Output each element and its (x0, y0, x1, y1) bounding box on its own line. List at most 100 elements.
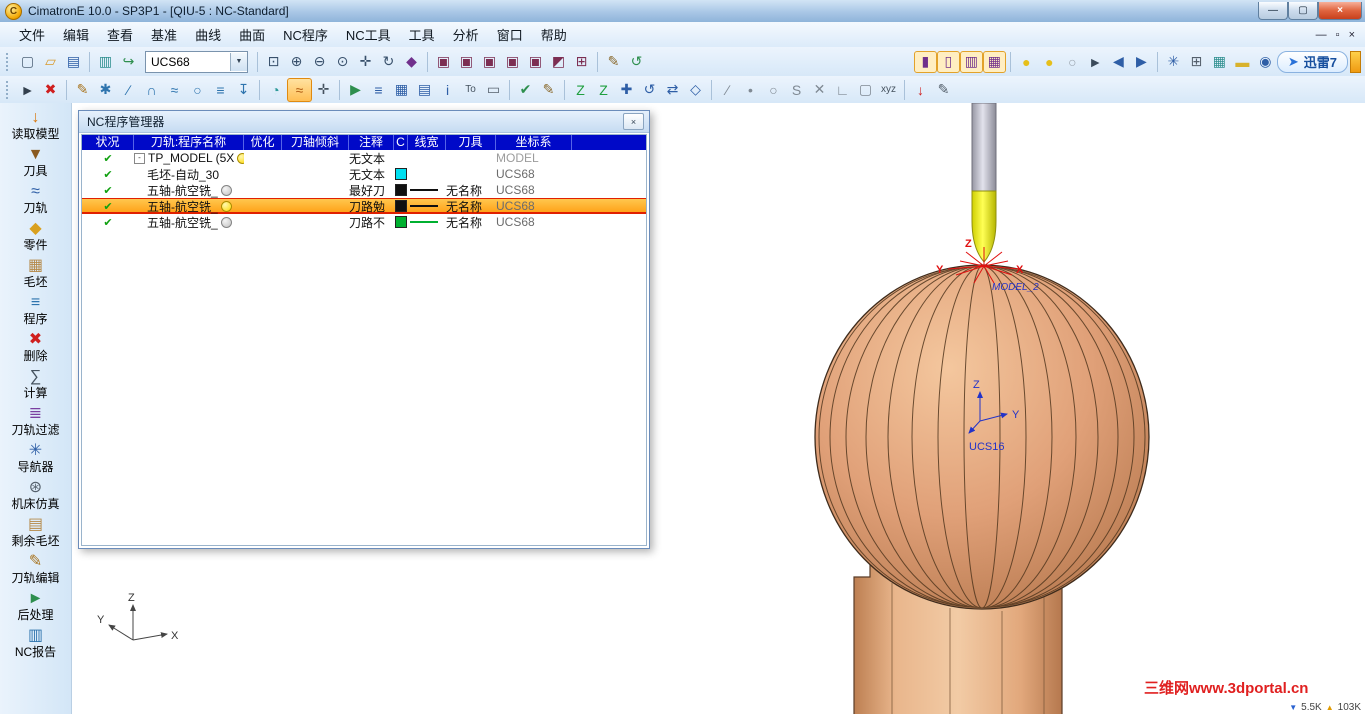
panel-close-button[interactable]: × (623, 113, 644, 130)
chevron-down-icon[interactable]: ▼ (230, 52, 247, 71)
redraw-icon[interactable]: ✎ (602, 51, 625, 73)
calculator-icon[interactable]: ⊞ (1185, 51, 1208, 73)
ucs-swap-icon[interactable]: ↪ (117, 51, 140, 73)
shaded-mode-icon[interactable]: ▮ (913, 50, 937, 73)
table-row[interactable]: ✔ 五轴-航空铣_ 最好刀 无名称 UCS68 (82, 182, 646, 198)
close-button[interactable]: × (1318, 2, 1362, 20)
navigator-star-icon[interactable]: ✳ (1162, 51, 1185, 73)
mdi-close-button[interactable]: × (1349, 29, 1355, 41)
column-header-4[interactable]: 注释 (349, 135, 394, 150)
open-folder-icon[interactable]: ▱ (39, 51, 62, 73)
rotate-copy-icon[interactable]: ↺ (638, 79, 661, 101)
menu-item-8[interactable]: 工具 (400, 22, 444, 47)
table-row[interactable]: ✔ 五轴-航空铣_ 刀路不 无名称 UCS68 (82, 214, 646, 230)
z-bottom-icon[interactable]: Z (592, 79, 615, 101)
view-back-icon[interactable]: ▣ (524, 51, 547, 73)
sidebar-item-calculate[interactable]: ∑ 计算 (1, 366, 71, 403)
simulator-icon[interactable]: ▶ (344, 79, 367, 101)
transparency-mode-icon[interactable]: ▦ (982, 50, 1006, 73)
sidebar-item-stock[interactable]: ▦ 毛坯 (1, 255, 71, 292)
new-file-icon[interactable]: ▢ (16, 51, 39, 73)
active-curve-icon[interactable]: ≈ (287, 77, 312, 102)
column-header-2[interactable]: 优化 (244, 135, 282, 150)
mdi-minimize-button[interactable]: — (1316, 29, 1327, 41)
move-icon[interactable]: ✚ (615, 79, 638, 101)
z-top-icon[interactable]: Z (569, 79, 592, 101)
table-row[interactable]: ✔ 五轴-航空铣_ 刀路勉 无名称 UCS68 (82, 198, 646, 214)
menu-item-9[interactable]: 分析 (444, 22, 488, 47)
project-curve-icon[interactable]: ↧ (232, 79, 255, 101)
zoom-in-icon[interactable]: ⊕ (285, 51, 308, 73)
pan-icon[interactable]: ✛ (354, 51, 377, 73)
curve-ref-icon[interactable]: S (785, 79, 808, 101)
scale-icon[interactable]: ◇ (684, 79, 707, 101)
title-bar[interactable]: C CimatronE 10.0 - SP3P1 - [QIU-5 : NC-S… (0, 0, 1365, 23)
saved-views-icon[interactable]: ⊞ (570, 51, 593, 73)
undo-view-icon[interactable]: ◀ (1107, 51, 1130, 73)
view-front-icon[interactable]: ▣ (455, 51, 478, 73)
column-header-6[interactable]: 线宽 (408, 135, 446, 150)
edge-icon[interactable]: ∕ (716, 79, 739, 101)
print-icon[interactable]: ▭ (482, 79, 505, 101)
mirror-icon[interactable]: ⇄ (661, 79, 684, 101)
toolbar-grip[interactable] (6, 52, 11, 71)
arc-icon[interactable]: ∩ (140, 79, 163, 101)
view-top-icon[interactable]: ▣ (478, 51, 501, 73)
note-icon[interactable]: ▬ (1231, 51, 1254, 73)
sidebar-item-read-model[interactable]: ↓ 读取模型 (1, 107, 71, 144)
point-icon[interactable]: ✱ (94, 79, 117, 101)
orbit-icon[interactable]: ◆ (400, 51, 423, 73)
zoom-out-icon[interactable]: ⊖ (308, 51, 331, 73)
grid-icon[interactable]: ▦ (1208, 51, 1231, 73)
wireframe-mode-icon[interactable]: ▯ (936, 50, 960, 73)
screen-layout-icon[interactable]: ▥ (94, 51, 117, 73)
circle-ref-icon[interactable]: ○ (762, 79, 785, 101)
operation-name-cell[interactable]: 五轴-航空铣_ (134, 214, 244, 231)
delete-pick-icon[interactable]: ✖ (39, 79, 62, 101)
view-bottom-icon[interactable]: ◩ (547, 51, 570, 73)
hidden-line-mode-icon[interactable]: ▥ (959, 50, 983, 73)
color-swatch[interactable] (395, 200, 407, 212)
preview-eye-icon[interactable]: ◉ (1254, 51, 1277, 73)
operation-name-cell[interactable]: - TP_MODEL (5X (134, 151, 244, 165)
intersect-icon[interactable]: ✕ (808, 79, 831, 101)
operation-name-cell[interactable]: 毛坯-自动_30 (134, 166, 244, 183)
sketcher-icon[interactable]: ✎ (71, 79, 94, 101)
vertex-icon[interactable]: • (739, 79, 762, 101)
spline-icon[interactable]: ≈ (163, 79, 186, 101)
light-bulb-off-icon[interactable]: ○ (1061, 51, 1084, 73)
ops-table-icon[interactable]: ▦ (390, 79, 413, 101)
line-icon[interactable]: ∕ (117, 79, 140, 101)
sidebar-item-toolpath[interactable]: ≈ 刀轨 (1, 181, 71, 218)
circle-icon[interactable]: ○ (186, 79, 209, 101)
verify-icon[interactable]: ✔ (514, 79, 537, 101)
column-header-5[interactable]: C (394, 135, 408, 150)
light-bulb-on-icon[interactable]: ● (1015, 51, 1038, 73)
table-row[interactable]: ✔ 毛坯-自动_30 无文本 UCS68 (82, 166, 646, 182)
collapse-expander[interactable]: - (134, 152, 145, 164)
color-swatch[interactable] (395, 184, 407, 196)
bulb-gray-icon[interactable] (220, 184, 232, 196)
menu-item-0[interactable]: 文件 (10, 22, 54, 47)
menu-item-1[interactable]: 编辑 (54, 22, 98, 47)
menu-item-4[interactable]: 曲线 (186, 22, 230, 47)
ucs-selector[interactable]: UCS68 ▼ (145, 50, 248, 73)
sidebar-item-cutter[interactable]: ▼ 刀具 (1, 144, 71, 181)
redo-view-icon[interactable]: ▶ (1130, 51, 1153, 73)
xyz-icon[interactable]: xyz (877, 79, 900, 101)
sidebar-item-delete[interactable]: ✖ 删除 (1, 329, 71, 366)
zoom-all-icon[interactable]: ⊙ (331, 51, 354, 73)
sidebar-item-toolpath-edit[interactable]: ✎ 刀轨编辑 (1, 551, 71, 588)
column-header-8[interactable]: 坐标系 (496, 135, 572, 150)
bulb-yellow-icon[interactable] (220, 200, 232, 212)
operation-name-cell[interactable]: 五轴-航空铣_ (134, 182, 244, 199)
surface-icon[interactable]: ◔ (264, 79, 287, 101)
measure-icon[interactable]: ✛ (312, 79, 335, 101)
sidebar-item-rest-stock[interactable]: ▤ 剩余毛坯 (1, 514, 71, 551)
thunder-corner-icon[interactable] (1350, 50, 1361, 73)
frame-icon[interactable]: ▢ (854, 79, 877, 101)
column-header-0[interactable]: 状况 (82, 135, 134, 150)
menu-item-11[interactable]: 帮助 (532, 22, 576, 47)
sidebar-item-navigator[interactable]: ✳ 导航器 (1, 440, 71, 477)
color-swatch[interactable] (395, 168, 407, 180)
